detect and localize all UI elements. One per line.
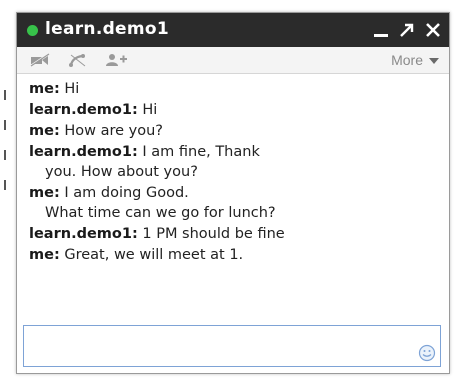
message-sender: me:: [29, 123, 60, 139]
message-text: I am doing Good.: [64, 185, 189, 201]
chat-message: me: I am doing Good. What time can we go…: [17, 183, 441, 223]
close-icon[interactable]: [425, 22, 441, 38]
message-text-continued: you. How about you?: [45, 164, 198, 180]
message-text: Hi: [64, 81, 80, 97]
chat-message: learn.demo1: I am fine, Thank you. How a…: [17, 142, 441, 182]
message-list[interactable]: me: Hi learn.demo1: Hi me: How are you? …: [17, 75, 449, 325]
message-text: Great, we will meet at 1.: [64, 247, 244, 263]
message-input[interactable]: [23, 325, 441, 367]
chat-window: learn.demo1 More me: Hi learn.demo1: Hi …: [16, 12, 450, 374]
chat-message: me: How are you?: [17, 121, 441, 141]
chevron-down-icon: [429, 58, 439, 64]
popout-arrow-icon[interactable]: [399, 22, 415, 38]
online-status-dot: [27, 25, 38, 36]
more-menu-label: More: [391, 52, 423, 68]
more-menu-button[interactable]: More: [391, 51, 439, 69]
message-sender: me:: [29, 185, 60, 201]
message-sender: learn.demo1:: [29, 144, 138, 160]
page-edge-marks: [4, 90, 8, 210]
chat-message: learn.demo1: 1 PM should be fine: [17, 224, 441, 244]
chat-message: me: Great, we will meet at 1.: [17, 245, 441, 265]
message-text-continued: What time can we go for lunch?: [45, 205, 276, 221]
add-person-icon[interactable]: [101, 51, 131, 69]
chat-toolbar: More: [17, 47, 449, 74]
message-text: How are you?: [64, 123, 163, 139]
message-sender: learn.demo1:: [29, 102, 138, 118]
video-call-icon[interactable]: [25, 51, 55, 69]
minimize-icon[interactable]: [373, 22, 389, 38]
phone-call-icon[interactable]: [63, 51, 93, 69]
message-sender: learn.demo1:: [29, 226, 138, 242]
message-text: Hi: [142, 102, 158, 118]
message-text: I am fine, Thank: [142, 144, 260, 160]
chat-titlebar[interactable]: learn.demo1: [17, 13, 449, 47]
message-sender: me:: [29, 81, 60, 97]
chat-contact-name[interactable]: learn.demo1: [45, 19, 169, 39]
message-text: 1 PM should be fine: [142, 226, 285, 242]
message-sender: me:: [29, 247, 60, 263]
window-controls: [373, 17, 441, 43]
chat-message: me: Hi: [17, 79, 441, 99]
smiley-icon[interactable]: [418, 344, 436, 362]
chat-message: learn.demo1: Hi: [17, 100, 441, 120]
